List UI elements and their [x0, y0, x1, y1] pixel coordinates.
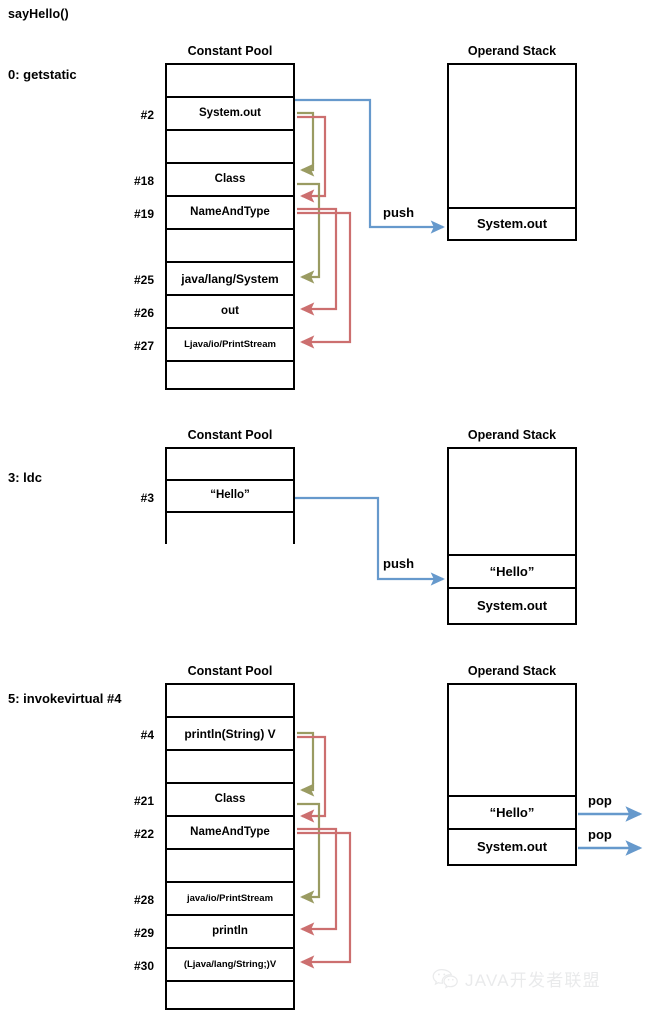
constant-pool-value: java/io/PrintStream	[186, 892, 274, 904]
diagram-canvas: sayHello() 0: getstatic Constant Pool Sy…	[0, 0, 646, 1024]
operand-stack-value: “Hello”	[489, 564, 535, 579]
constant-pool-box-3: println(String) V Class NameAndType java/io…	[165, 683, 295, 1010]
operand-stack-box-3: “Hello” System.out	[447, 683, 577, 866]
page-title: sayHello()	[8, 7, 69, 21]
ref-arrow-4-to-21	[297, 731, 315, 797]
constant-pool-box-2: “Hello”	[165, 447, 295, 545]
constant-pool-entry: (Ljava/lang/String;)V	[167, 949, 293, 982]
operand-stack-entry: System.out	[449, 589, 575, 622]
constant-pool-empty-row	[167, 65, 293, 98]
constant-pool-value: System.out	[199, 106, 261, 119]
push-label-2: push	[383, 556, 415, 571]
push-arrow-2	[295, 496, 445, 586]
constant-pool-empty-row	[167, 850, 293, 883]
constant-pool-value: Class	[214, 792, 246, 805]
constant-pool-entry: java/lang/System	[167, 263, 293, 296]
constant-pool-entry: println	[167, 916, 293, 949]
operand-stack-empty-space	[449, 685, 575, 797]
constant-pool-entry: System.out	[167, 98, 293, 131]
constant-pool-index: #26	[133, 306, 154, 320]
constant-pool-entry: java/io/PrintStream	[167, 883, 293, 916]
operand-stack-value: “Hello”	[489, 805, 535, 820]
constant-pool-entry: “Hello”	[167, 481, 293, 513]
constant-pool-entry: Class	[167, 784, 293, 817]
operand-stack-box-2: “Hello” System.out	[447, 447, 577, 625]
operand-stack-value: System.out	[476, 598, 548, 613]
constant-pool-empty-row	[167, 131, 293, 164]
constant-pool-value: java/lang/System	[181, 271, 279, 286]
operand-stack-entry: “Hello”	[449, 556, 575, 589]
constant-pool-empty-row	[167, 362, 293, 387]
push-arrow-1	[295, 98, 445, 234]
constant-pool-empty-row	[167, 513, 293, 545]
constant-pool-index: #19	[133, 207, 154, 221]
ref-arrow-2-to-18	[297, 111, 315, 177]
wechat-icon	[432, 968, 458, 989]
operand-stack-value: System.out	[476, 216, 548, 231]
ref-arrow-22-to-30	[297, 831, 352, 969]
operand-stack-entry: System.out	[449, 209, 575, 238]
ref-arrow-22-to-28	[297, 802, 321, 904]
operand-stack-empty-space	[449, 449, 575, 556]
constant-pool-box-1: System.out Class NameAndType java/lang/Syst…	[165, 63, 295, 390]
operand-stack-empty-space	[449, 65, 575, 209]
operand-stack-title-2: Operand Stack	[467, 428, 557, 442]
constant-pool-title-2: Constant Pool	[187, 428, 273, 442]
ref-arrow-19-to-25	[297, 182, 321, 284]
constant-pool-value: println	[212, 924, 248, 937]
push-label-1: push	[383, 205, 415, 220]
watermark-text: JAVA开发者联盟	[465, 971, 601, 990]
constant-pool-index: #4	[140, 728, 154, 742]
pop-label-2: pop	[588, 827, 612, 842]
constant-pool-empty-row	[167, 685, 293, 718]
constant-pool-index: #18	[133, 174, 154, 188]
ref-arrow-4-to-22	[297, 735, 327, 823]
ref-arrow-19-to-27	[297, 211, 352, 349]
constant-pool-value: (Ljava/lang/String;)V	[183, 958, 277, 970]
operand-stack-title-1: Operand Stack	[467, 44, 557, 58]
constant-pool-entry: NameAndType	[167, 817, 293, 850]
constant-pool-value: NameAndType	[190, 825, 270, 838]
constant-pool-value: Ljava/io/PrintStream	[184, 338, 276, 350]
constant-pool-title-1: Constant Pool	[187, 44, 273, 58]
constant-pool-index: #27	[133, 339, 154, 353]
constant-pool-title-3: Constant Pool	[187, 664, 273, 678]
operand-stack-value: System.out	[476, 839, 548, 854]
operand-stack-entry: System.out	[449, 830, 575, 863]
constant-pool-empty-row	[167, 751, 293, 784]
constant-pool-entry: Class	[167, 164, 293, 197]
constant-pool-index: #21	[133, 794, 154, 808]
operand-stack-box-1: System.out	[447, 63, 577, 241]
constant-pool-value: println(String) V	[184, 726, 276, 741]
ref-arrow-19-to-26	[297, 207, 338, 316]
constant-pool-value: “Hello”	[210, 489, 250, 502]
ref-arrow-22-to-29	[297, 827, 338, 936]
opcode-label-ldc: 3: ldc	[8, 470, 42, 485]
constant-pool-index: #25	[133, 273, 154, 287]
watermark: JAVA开发者联盟	[432, 966, 601, 991]
constant-pool-index: #3	[140, 490, 154, 505]
constant-pool-empty-row	[167, 230, 293, 263]
opcode-label-invokevirtual: 5: invokevirtual #4	[8, 691, 122, 706]
constant-pool-index: #30	[133, 959, 154, 973]
constant-pool-index: #29	[133, 926, 154, 940]
pop-label-1: pop	[588, 793, 612, 808]
constant-pool-entry: println(String) V	[167, 718, 293, 751]
constant-pool-index: #2	[140, 108, 154, 122]
constant-pool-value: Class	[214, 172, 246, 185]
constant-pool-index: #22	[133, 827, 154, 841]
opcode-label-getstatic: 0: getstatic	[8, 67, 77, 82]
operand-stack-entry: “Hello”	[449, 797, 575, 830]
constant-pool-empty-row	[167, 982, 293, 1007]
constant-pool-value: out	[221, 304, 239, 317]
ref-arrow-2-to-19	[297, 115, 327, 203]
constant-pool-entry: out	[167, 296, 293, 329]
operand-stack-title-3: Operand Stack	[467, 664, 557, 678]
constant-pool-index: #28	[133, 893, 154, 907]
constant-pool-entry: NameAndType	[167, 197, 293, 230]
constant-pool-entry: Ljava/io/PrintStream	[167, 329, 293, 362]
constant-pool-empty-row	[167, 449, 293, 481]
constant-pool-value: NameAndType	[190, 205, 270, 218]
